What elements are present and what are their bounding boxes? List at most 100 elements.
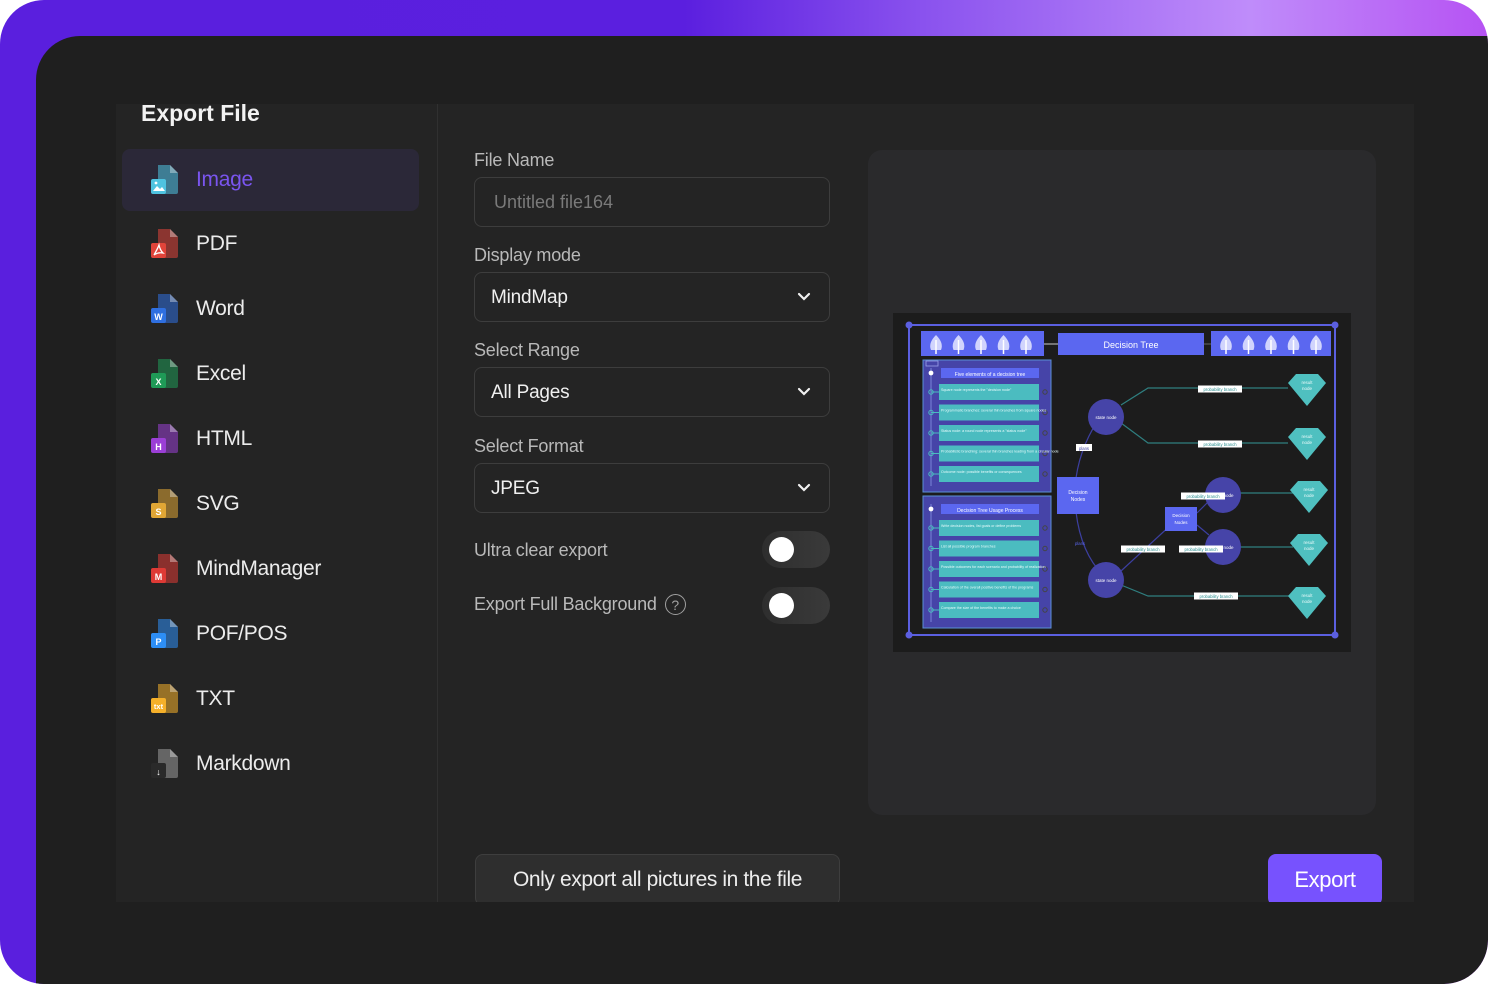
help-icon[interactable]: ? xyxy=(664,594,686,615)
sidebar-item-image[interactable]: Image xyxy=(122,149,419,211)
group-header-text: Five elements of a decision tree xyxy=(955,372,1026,378)
group-item xyxy=(939,445,1039,462)
sidebar-item-markdown[interactable]: ↓ Markdown xyxy=(122,733,419,795)
branch-label: probability branch xyxy=(1199,594,1233,599)
result-node-text: result xyxy=(1301,593,1313,598)
select-range-select[interactable]: All Pages xyxy=(474,367,830,417)
sidebar-item-label: TXT xyxy=(196,687,235,710)
branch-label: probability branch xyxy=(1203,387,1237,392)
sidebar-item-html[interactable]: H HTML xyxy=(122,408,419,470)
decision-node-text: Nodes xyxy=(1071,497,1086,503)
decision-node xyxy=(1165,507,1197,531)
chevron-down-icon xyxy=(797,483,811,492)
format-sidebar: Export File Image PDF W Word X Excel H HTML S SVG… xyxy=(116,104,438,902)
group-item-text: Possible outcomes for each scenario and … xyxy=(941,565,1045,569)
chevron-down-icon xyxy=(797,292,811,301)
state-node-text: state node xyxy=(1095,415,1117,420)
svg-text:W: W xyxy=(154,312,163,322)
svg-text:M: M xyxy=(155,572,163,582)
sidebar-item-label: Markdown xyxy=(196,752,291,775)
toggle-knob xyxy=(769,537,794,562)
selection-handle xyxy=(1331,631,1339,639)
group-item-text: Programmatic branches: several thin bran… xyxy=(941,409,1046,413)
group-item-text: Calculation of the overall positive bene… xyxy=(941,586,1033,590)
image-file-icon xyxy=(151,165,178,194)
export-pictures-button[interactable]: Only export all pictures in the file xyxy=(475,854,840,902)
file-name-field[interactable] xyxy=(474,177,830,227)
file-name-label: File Name xyxy=(474,150,555,170)
group-item xyxy=(939,384,1039,400)
decision-node-text: Nodes xyxy=(1174,520,1188,525)
sidebar-item-label: POF/POS xyxy=(196,622,288,645)
svg-file-icon: S xyxy=(151,489,178,518)
group-header-text: Decision Tree Usage Process xyxy=(957,508,1023,514)
sidebar-item-pdf[interactable]: PDF xyxy=(122,213,419,275)
group-node-dot xyxy=(928,506,934,512)
chevron-down-icon xyxy=(797,387,811,396)
sidebar-item-pof-pos[interactable]: P POF/POS xyxy=(122,603,419,665)
group-item-text: Probabilistic branching: several thin br… xyxy=(941,450,1059,454)
result-node-text: node xyxy=(1302,599,1313,604)
ultra-clear-text: Ultra clear export xyxy=(474,540,608,560)
file-name-input[interactable] xyxy=(475,178,829,226)
sidebar-item-svg[interactable]: S SVG xyxy=(122,473,419,535)
svg-text:S: S xyxy=(155,507,161,517)
result-node-text: node xyxy=(1302,386,1313,391)
sidebar-item-label: PDF xyxy=(196,232,238,255)
select-format-select[interactable]: JPEG xyxy=(474,463,830,513)
group-item-text: Outcome node: possible benefits or conse… xyxy=(941,470,1022,474)
decision-node-text: Decision xyxy=(1068,490,1087,496)
group-item xyxy=(939,540,1039,557)
full-background-text: Export Full Background xyxy=(474,594,657,614)
group-item xyxy=(939,466,1039,482)
display-mode-label: Display mode xyxy=(474,245,581,265)
svg-text:↓: ↓ xyxy=(156,767,161,777)
txt-file-icon: txt xyxy=(151,684,178,713)
preview-image: Decision Tree Five elements of a decision… xyxy=(893,313,1351,652)
group-item xyxy=(939,581,1039,598)
group-item-text: Compare the size of the benefits to make… xyxy=(941,606,1021,610)
result-node-text: node xyxy=(1302,440,1313,445)
display-mode-value: MindMap xyxy=(491,287,568,308)
group-node-dot xyxy=(928,370,934,376)
selection-handle xyxy=(905,321,913,329)
branch-label: probability branch xyxy=(1184,547,1218,552)
svg-text:P: P xyxy=(155,637,161,647)
ultra-clear-label: Ultra clear export xyxy=(474,540,608,561)
sidebar-item-label: HTML xyxy=(196,427,252,450)
sidebar-item-label: Word xyxy=(196,297,245,320)
sidebar-item-label: Excel xyxy=(196,362,246,385)
decision-tree-diagram: Decision Tree Five elements of a decision… xyxy=(905,321,1339,639)
export-button[interactable]: Export xyxy=(1268,854,1382,902)
group-item-text: Square node represents the "decision nod… xyxy=(941,388,1012,392)
group-item xyxy=(939,404,1039,421)
sidebar-item-word[interactable]: W Word xyxy=(122,278,419,340)
sidebar-item-label: Image xyxy=(196,168,253,191)
export-options-form: File Name Display mode MindMap Select Ra… xyxy=(474,104,832,902)
svg-text:txt: txt xyxy=(154,702,164,711)
sidebar-item-txt[interactable]: txt TXT xyxy=(122,668,419,730)
group-item xyxy=(939,520,1039,536)
export-dialog: Export File Image PDF W Word X Excel H HTML S SVG… xyxy=(116,104,1414,902)
full-background-label: Export Full Background ? xyxy=(474,594,686,615)
mindmanager-file-icon: M xyxy=(151,554,178,583)
result-node-text: result xyxy=(1303,540,1315,545)
html-file-icon: H xyxy=(151,424,178,453)
display-mode-select[interactable]: MindMap xyxy=(474,272,830,322)
svg-text:H: H xyxy=(155,442,162,452)
full-background-toggle[interactable] xyxy=(762,587,830,624)
sidebar-item-excel[interactable]: X Excel xyxy=(122,343,419,405)
decision-node-text: Decision xyxy=(1172,513,1190,518)
result-node-text: result xyxy=(1301,380,1313,385)
tree-title: Decision Tree xyxy=(1103,340,1158,350)
sidebar-item-label: MindManager xyxy=(196,557,322,580)
sidebar-item-label: SVG xyxy=(196,492,240,515)
group-item xyxy=(939,602,1039,618)
sidebar-item-mindmanager[interactable]: M MindManager xyxy=(122,538,419,600)
result-node-text: node xyxy=(1304,493,1315,498)
dialog-title: Export File xyxy=(141,104,260,126)
program-label: plans xyxy=(1079,446,1089,451)
group-item-text: Write decision nodes, list goals or defi… xyxy=(941,524,1021,528)
ultra-clear-toggle[interactable] xyxy=(762,531,830,568)
group-item xyxy=(939,425,1039,441)
